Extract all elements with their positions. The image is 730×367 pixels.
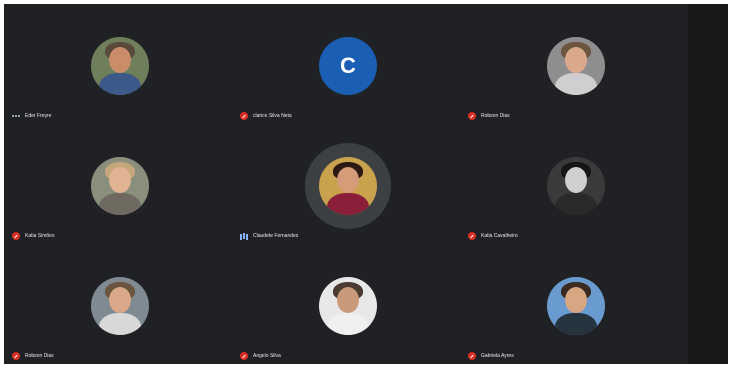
participant-name: Gabriela Ayres (481, 353, 514, 359)
avatar-shoulders (327, 193, 369, 215)
avatar-face (337, 287, 359, 313)
mic-off-icon (468, 352, 476, 360)
participant-label: Katia Simões (12, 230, 54, 242)
participant-name: clarice Silva Neta (253, 113, 292, 119)
avatar-face (109, 47, 131, 73)
participant-tile[interactable]: C clarice Silva Neta (234, 6, 462, 124)
participant-tile[interactable]: Robson Dias (6, 246, 234, 364)
avatar-shoulders (555, 193, 597, 215)
more-options-icon (12, 112, 20, 120)
participant-label: Robson Dias (468, 110, 510, 122)
mic-off-icon (12, 352, 20, 360)
participant-avatar (547, 277, 605, 335)
participant-tile[interactable]: Katia Simões (6, 126, 234, 244)
participant-label: Katia Cavalheiro (468, 230, 518, 242)
participant-avatar (319, 157, 377, 215)
participant-tile[interactable]: Eder Freyre (6, 6, 234, 124)
participant-name: Claudete Fernandes (253, 233, 299, 239)
participant-avatar (91, 277, 149, 335)
avatar-face (337, 167, 359, 193)
participant-avatar (91, 157, 149, 215)
participant-name: Angelo Silva (253, 353, 281, 359)
avatar-initial: C (340, 53, 356, 78)
avatar-face (565, 47, 587, 73)
avatar-shoulders (99, 73, 141, 95)
participant-label: Gabriela Ayres (468, 350, 514, 362)
participant-avatar (319, 277, 377, 335)
participant-tile[interactable]: Claudete Fernandes (234, 126, 462, 244)
participant-tile[interactable]: Gabriela Ayres (462, 246, 690, 364)
participant-label: Claudete Fernandes (240, 230, 298, 242)
participant-avatar (547, 157, 605, 215)
participant-label: Eder Freyre (12, 110, 51, 122)
participant-avatar: C (319, 37, 377, 95)
mic-off-icon (468, 112, 476, 120)
participant-tile[interactable]: Robson Dias (462, 6, 690, 124)
avatar-face (109, 287, 131, 313)
mic-off-icon (240, 112, 248, 120)
participant-avatar (91, 37, 149, 95)
participant-tile[interactable]: Katia Cavalheiro (462, 126, 690, 244)
participant-label: clarice Silva Neta (240, 110, 292, 122)
participant-label: Angelo Silva (240, 350, 281, 362)
avatar-shoulders (99, 313, 141, 335)
avatar-shoulders (555, 73, 597, 95)
mic-off-icon (12, 232, 20, 240)
mic-off-icon (468, 232, 476, 240)
avatar-face (109, 167, 131, 193)
participant-name: Katia Cavalheiro (481, 233, 518, 239)
participant-label: Robson Dias (12, 350, 54, 362)
mic-off-icon (240, 352, 248, 360)
side-panel-rail (688, 4, 728, 364)
participant-name: Eder Freyre (25, 113, 52, 119)
participant-name: Robson Dias (25, 353, 54, 359)
avatar-shoulders (327, 313, 369, 335)
participant-name: Robson Dias (481, 113, 510, 119)
participant-name: Katia Simões (25, 233, 55, 239)
avatar-shoulders (555, 313, 597, 335)
participant-tile[interactable]: Angelo Silva (234, 246, 462, 364)
participant-avatar (547, 37, 605, 95)
avatar-face (565, 167, 587, 193)
audio-level-icon (240, 232, 248, 240)
avatar-face (565, 287, 587, 313)
avatar-shoulders (99, 193, 141, 215)
